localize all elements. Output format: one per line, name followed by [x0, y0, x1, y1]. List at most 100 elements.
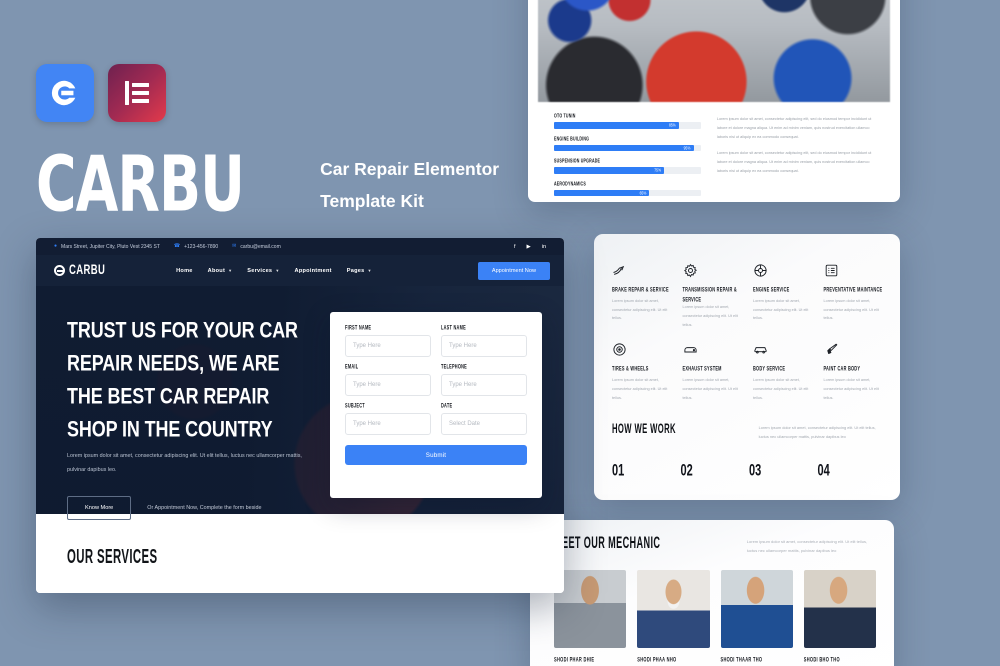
field-input-first-name[interactable]: Type Here — [345, 335, 431, 357]
mechanic-card[interactable]: SHODI THAAR THO — [720, 569, 793, 663]
appointment-form-grid: FIRST NAME Type Here LAST NAME Type Here EMA… — [345, 322, 527, 435]
product-subtitle-line1: Car Repair Elementor — [320, 159, 500, 179]
skill-bar-fill: 95% — [554, 144, 694, 151]
service-item[interactable]: TIRES & WHEELS Lorem ipsum dolor sit amet… — [612, 339, 675, 402]
site-topbar: ● Mars Street, Jupiter City, Pluto Vest … — [36, 238, 564, 255]
know-more-button[interactable]: Know More — [67, 496, 132, 521]
service-description: Lorem ipsum dolor sit amet, consectetur … — [823, 299, 879, 321]
service-item[interactable]: TRANSMISSION REPAIR & SERVICE Lorem ipsum… — [683, 260, 746, 329]
carbu-logo-icon — [54, 265, 65, 276]
field-label-subject: SUBJECT — [345, 400, 365, 410]
nav-item-pages[interactable]: Pages ▼ — [347, 268, 372, 274]
service-description: Lorem ipsum dolor sit amet, consectetur … — [682, 305, 738, 327]
skill-bar-label: OTO TUNIN — [554, 112, 576, 119]
field-label-last-name: LAST NAME — [441, 322, 466, 332]
chevron-down-icon: ▼ — [367, 268, 372, 273]
skill-bar: OTO TUNIN 85% — [554, 112, 701, 129]
topbar-phone[interactable]: ☎ +123-456-7890 — [174, 244, 218, 250]
mechanic-name: SHODI BHO THO — [803, 654, 840, 663]
engine-icon — [753, 260, 816, 278]
topbar-email[interactable]: ✉ carbu@email.com — [232, 244, 281, 250]
skill-bar-label: ENGINE BUILDING — [554, 135, 590, 142]
skill-bar-track: 85% — [554, 122, 701, 129]
field-input-email[interactable]: Type Here — [345, 374, 431, 396]
service-item[interactable]: EXHAUST SYSTEM Lorem ipsum dolor sit amet… — [683, 339, 746, 402]
service-title: TRANSMISSION REPAIR & SERVICE — [682, 285, 737, 304]
mechanic-card[interactable]: SHODI PHAA NHO — [637, 569, 710, 663]
field-input-telephone[interactable]: Type Here — [441, 374, 527, 396]
mechanic-card[interactable]: SHODI PHAR DHIE — [554, 569, 627, 663]
badges-row — [36, 64, 499, 122]
chevron-down-icon: ▼ — [228, 268, 233, 273]
topbar-social-links: f ▶ in — [514, 244, 546, 250]
service-description: Lorem ipsum dolor sit amet, consectetur … — [753, 299, 809, 321]
facebook-icon[interactable]: f — [514, 244, 516, 250]
how-we-work-steps: 01 02 03 04 — [612, 462, 886, 480]
stats-preview-card: OTO TUNIN 85% ENGINE BUILDING 95% SUSPENSION… — [528, 0, 900, 202]
skill-bar: AERODYNAMICS 65% — [554, 180, 701, 196]
topbar-phone-text: +123-456-7890 — [184, 243, 219, 250]
work-step-number: 02 — [680, 461, 693, 480]
product-title: CARBU — [36, 139, 245, 230]
service-title: PREVENTATIVE MAINTANCE — [823, 285, 883, 294]
service-item[interactable]: PREVENTATIVE MAINTANCE Lorem ipsum dolor … — [824, 260, 887, 329]
mechanic-preview-card: MEET OUR MECHANIC Lorem ipsum dolor sit … — [530, 520, 894, 666]
nav-item-label: Pages — [346, 267, 365, 274]
service-title: BODY SERVICE — [753, 364, 786, 373]
how-we-work-title: HOW WE WORK — [612, 421, 676, 437]
brake-icon — [612, 260, 675, 278]
form-field: DATE Select Date — [441, 401, 527, 435]
nav-item-label: Home — [176, 267, 193, 274]
service-item[interactable]: PAINT CAR BODY Lorem ipsum dolor sit amet… — [824, 339, 887, 402]
field-input-date[interactable]: Select Date — [441, 413, 527, 435]
service-item[interactable]: BRAKE REPAIR & SERVICE Lorem ipsum dolor … — [612, 260, 675, 329]
site-logo[interactable]: CARBU — [54, 263, 107, 278]
how-we-work-description: Lorem ipsum dolor sit amet, consectetur … — [758, 425, 876, 440]
field-input-subject[interactable]: Type Here — [345, 413, 431, 435]
skill-bar-label: SUSPENSION UPGRADE — [554, 157, 601, 164]
appointment-now-button[interactable]: Appointment Now — [477, 261, 550, 280]
branding-block: CARBU Car Repair Elementor Template Kit — [36, 64, 499, 230]
mechanic-header: MEET OUR MECHANIC Lorem ipsum dolor sit … — [554, 534, 876, 556]
product-subtitle: Car Repair Elementor Template Kit — [320, 153, 499, 218]
stats-paragraph: Lorem ipsum dolor sit amet, consectetur … — [716, 150, 872, 173]
nav-item-about[interactable]: About ▼ — [208, 268, 233, 274]
service-title: ENGINE SERVICE — [753, 285, 790, 294]
skill-bar-track: 65% — [554, 189, 701, 196]
work-step-number: 01 — [612, 461, 625, 480]
service-item[interactable]: BODY SERVICE Lorem ipsum dolor sit amet, … — [753, 339, 816, 402]
brand-row: CARBU Car Repair Elementor Template Kit — [36, 139, 499, 230]
skill-bars-column: OTO TUNIN 85% ENGINE BUILDING 95% SUSPENSION… — [554, 112, 701, 202]
mechanic-photo — [803, 569, 876, 648]
topbar-address: ● Mars Street, Jupiter City, Pluto Vest … — [54, 244, 160, 250]
our-services-title: OUR SERVICES — [67, 544, 158, 568]
skill-bar-track: 95% — [554, 144, 701, 151]
service-item[interactable]: ENGINE SERVICE Lorem ipsum dolor sit amet… — [753, 260, 816, 329]
mechanic-card[interactable]: SHODI BHO THO — [803, 569, 876, 663]
skill-bar-percent: 95% — [683, 144, 691, 151]
service-title: TIRES & WHEELS — [612, 364, 649, 373]
youtube-icon[interactable]: ▶ — [526, 244, 530, 250]
nav-item-home[interactable]: Home — [176, 268, 193, 274]
exhaust-icon — [683, 339, 746, 357]
stats-text-column: Lorem ipsum dolor sit amet, consectetur … — [717, 115, 876, 202]
elementor-icon — [125, 81, 149, 105]
skill-bar-label: AERODYNAMICS — [554, 180, 586, 187]
skill-bar-fill: 65% — [554, 189, 650, 196]
wheel-icon — [612, 339, 675, 357]
service-description: Lorem ipsum dolor sit amet, consectetur … — [823, 378, 879, 400]
linkedin-icon[interactable]: in — [542, 244, 546, 250]
envelope-icon: ✉ — [232, 243, 237, 249]
form-field: LAST NAME Type Here — [441, 322, 527, 357]
garage-photo — [538, 0, 890, 102]
hero-heading: TRUST US FOR YOUR CAR REPAIR NEEDS, WE A… — [67, 317, 298, 442]
nav-item-appointment[interactable]: Appointment — [295, 268, 332, 274]
location-pin-icon: ● — [54, 243, 58, 249]
field-input-last-name[interactable]: Type Here — [441, 335, 527, 357]
field-label-telephone: TELEPHONE — [441, 361, 468, 371]
service-title: EXHAUST SYSTEM — [682, 364, 722, 373]
nav-item-services[interactable]: Services ▼ — [247, 268, 279, 274]
hero-form-note: Or Appointment Now, Complete the form be… — [147, 505, 262, 512]
submit-button[interactable]: Submit — [345, 445, 527, 465]
site-navbar: CARBU Home About ▼ Services ▼ Appointment Page… — [36, 255, 564, 286]
